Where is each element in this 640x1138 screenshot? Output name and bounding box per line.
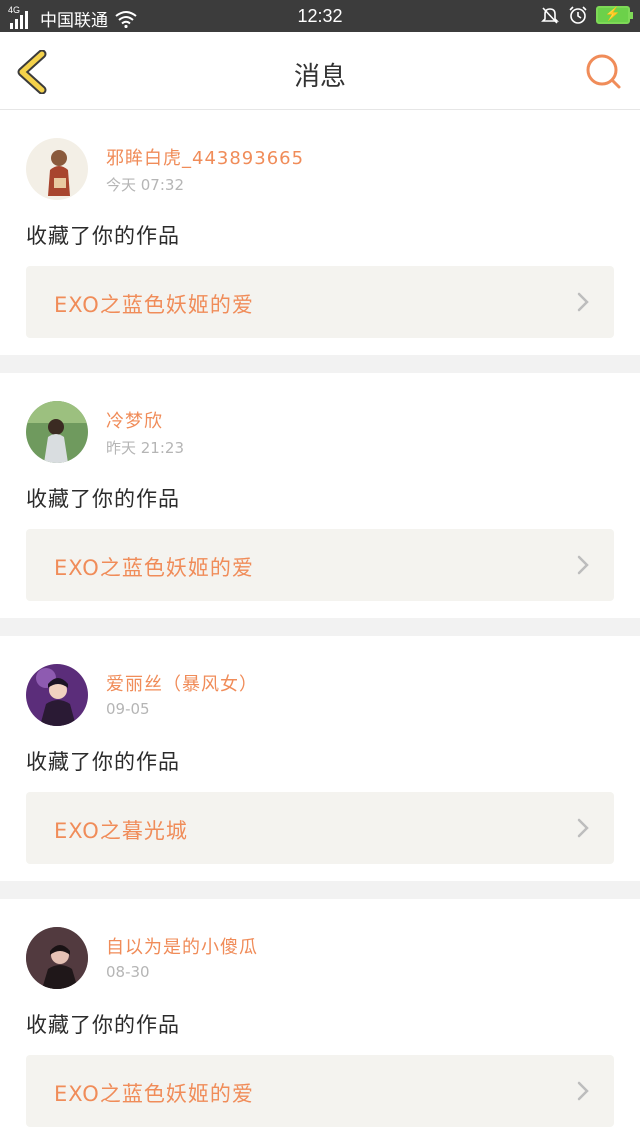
work-title: EXO之蓝色妖姬的爱 bbox=[54, 556, 254, 580]
user-avatar[interactable] bbox=[26, 401, 88, 463]
message-card: 冷梦欣 昨天 21:23 收藏了你的作品 EXO之蓝色妖姬的爱 bbox=[0, 373, 640, 618]
search-icon bbox=[586, 54, 621, 89]
work-title: EXO之蓝色妖姬的爱 bbox=[54, 1082, 254, 1106]
action-text: 收藏了你的作品 bbox=[26, 487, 180, 511]
work-link[interactable]: EXO之蓝色妖姬的爱 bbox=[26, 1055, 614, 1127]
username[interactable]: 自以为是的小傻瓜 bbox=[106, 933, 258, 959]
action-text: 收藏了你的作品 bbox=[26, 224, 180, 248]
battery-charging-icon: ⚡ bbox=[596, 6, 633, 24]
bell-muted-icon bbox=[541, 7, 559, 24]
message-card: 自以为是的小傻瓜 08-30 收藏了你的作品 EXO之蓝色妖姬的爱 bbox=[0, 899, 640, 1138]
search-button[interactable] bbox=[584, 52, 624, 92]
action-text: 收藏了你的作品 bbox=[26, 750, 180, 774]
page-title: 消息 bbox=[293, 62, 346, 92]
message-time: 09-05 bbox=[106, 700, 150, 718]
chevron-right-icon bbox=[577, 555, 589, 575]
message-time: 昨天 21:23 bbox=[106, 439, 184, 457]
status-right: ⚡ bbox=[540, 5, 633, 25]
username[interactable]: 冷梦欣 bbox=[106, 407, 163, 433]
work-link[interactable]: EXO之暮光城 bbox=[26, 792, 614, 864]
username[interactable]: 邪眸白虎_443893665 bbox=[106, 144, 304, 170]
alarm-icon bbox=[569, 6, 587, 24]
chevron-right-icon bbox=[577, 292, 589, 312]
chevron-right-icon bbox=[577, 1081, 589, 1101]
work-title: EXO之蓝色妖姬的爱 bbox=[54, 293, 254, 317]
chevron-right-icon bbox=[577, 818, 589, 838]
user-avatar[interactable] bbox=[26, 664, 88, 726]
action-text: 收藏了你的作品 bbox=[26, 1013, 180, 1037]
work-title: EXO之暮光城 bbox=[54, 819, 188, 843]
work-link[interactable]: EXO之蓝色妖姬的爱 bbox=[26, 266, 614, 338]
work-link[interactable]: EXO之蓝色妖姬的爱 bbox=[26, 529, 614, 601]
message-time: 08-30 bbox=[106, 963, 150, 981]
nav-bar: 消息 bbox=[0, 32, 640, 110]
username[interactable]: 爱丽丝（暴风女） bbox=[106, 670, 258, 696]
message-card: 邪眸白虎_443893665 今天 07:32 收藏了你的作品 EXO之蓝色妖姬… bbox=[0, 110, 640, 355]
message-time: 今天 07:32 bbox=[106, 176, 184, 194]
status-bar: 4G 中国联通 12:32 ⚡ bbox=[0, 0, 640, 32]
user-avatar[interactable] bbox=[26, 138, 88, 200]
user-avatar[interactable] bbox=[26, 927, 88, 989]
message-card: 爱丽丝（暴风女） 09-05 收藏了你的作品 EXO之暮光城 bbox=[0, 636, 640, 881]
